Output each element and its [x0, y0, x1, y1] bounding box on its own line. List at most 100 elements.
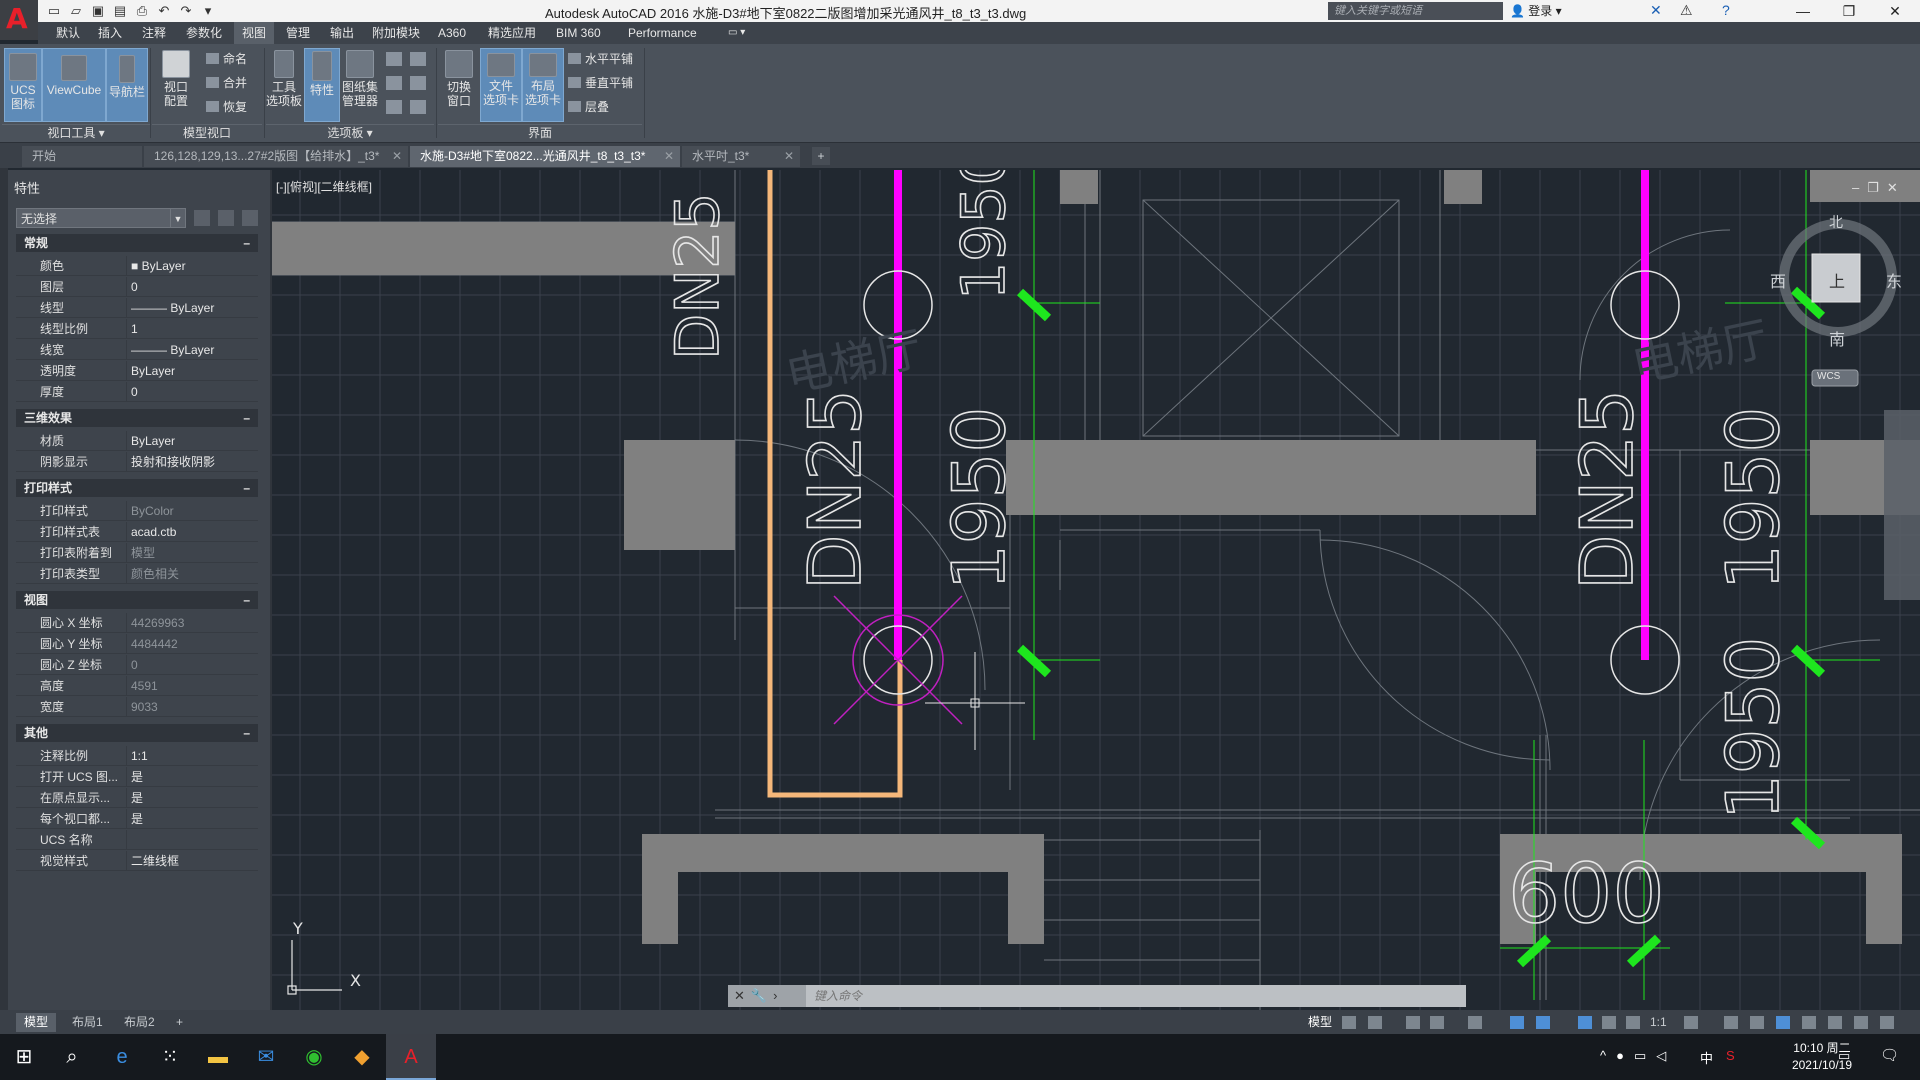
property-value[interactable]: 4591	[126, 676, 261, 696]
property-value[interactable]: 0	[126, 277, 261, 297]
file-explorer-icon[interactable]: ▬	[194, 1034, 242, 1080]
tab-annotate[interactable]: 注释	[134, 22, 174, 44]
workspace-icon[interactable]	[1750, 1016, 1764, 1029]
browser-icon[interactable]: ◉	[290, 1034, 338, 1080]
viewcube-south[interactable]: 南	[1829, 326, 1845, 350]
ribbon-options-icon[interactable]: ▭ ▾	[720, 22, 753, 44]
tab-parametric[interactable]: 参数化	[178, 22, 230, 44]
property-row[interactable]: 阴影显示 投射和接收阴影	[16, 452, 258, 472]
panel-label-viewport-tools[interactable]: 视口工具 ▾	[2, 124, 150, 142]
scale-selector[interactable]: 1:1	[1642, 1013, 1675, 1032]
app-grid-icon[interactable]: ⁙	[146, 1034, 194, 1080]
add-layout-button[interactable]: +	[168, 1013, 191, 1032]
property-row[interactable]: 颜色 ■ ByLayer	[16, 256, 258, 276]
tile-horizontal-button[interactable]: 水平平铺	[568, 50, 633, 68]
property-row[interactable]: 圆心 Z 坐标 0	[16, 655, 258, 675]
property-value[interactable]: 颜色相关	[126, 564, 261, 584]
property-value[interactable]: 0	[126, 382, 261, 402]
open-file-icon[interactable]: ▱	[66, 2, 86, 20]
sogou-icon[interactable]: S	[1726, 1048, 1735, 1063]
doc-tab-1[interactable]: 126,128,129,13...27#2版图【给排水】_t3* ✕	[144, 146, 408, 167]
command-line[interactable]: ✕🔧› 键入命令	[728, 985, 1466, 1007]
property-row[interactable]: 打印表附着到 模型	[16, 543, 258, 563]
property-value[interactable]: ByLayer	[126, 431, 261, 451]
app-icon[interactable]: ◆	[338, 1034, 386, 1080]
notification-icon[interactable]: 🗨	[1880, 1046, 1899, 1064]
application-menu-button[interactable]: A	[0, 0, 38, 40]
property-row[interactable]: 线型比例 1	[16, 319, 258, 339]
tab-featured-apps[interactable]: 精选应用	[480, 22, 544, 44]
tab-manage[interactable]: 管理	[278, 22, 318, 44]
property-row[interactable]: 打印表类型 颜色相关	[16, 564, 258, 584]
customize-menu-icon[interactable]	[1880, 1016, 1894, 1029]
property-row[interactable]: 视觉样式 二维线框	[16, 851, 258, 871]
merge-viewports-button[interactable]: 合并	[206, 74, 247, 92]
qat-menu-icon[interactable]: ▾	[198, 2, 218, 20]
property-value[interactable]: 9033	[126, 697, 261, 717]
property-row[interactable]: 打印样式 ByColor	[16, 501, 258, 521]
property-value[interactable]: 投射和接收阴影	[126, 452, 261, 472]
help-icon[interactable]: ?	[1722, 2, 1730, 18]
close-button[interactable]: ✕	[1872, 0, 1918, 22]
switch-window-button[interactable]: 切换 窗口	[440, 50, 478, 122]
close-tab-icon[interactable]: ✕	[664, 146, 674, 167]
ie-browser-icon[interactable]: e	[98, 1034, 146, 1080]
property-value[interactable]: 4484442	[126, 634, 261, 654]
property-value[interactable]: 是	[126, 788, 261, 808]
wcs-label[interactable]: WCS	[1817, 371, 1840, 382]
polar-icon[interactable]	[1430, 1016, 1444, 1029]
property-value[interactable]: ■ ByLayer	[126, 256, 261, 276]
tab-layout2[interactable]: 布局2	[116, 1013, 163, 1032]
close-tab-icon[interactable]: ✕	[784, 146, 794, 167]
calculator-icon[interactable]	[410, 76, 426, 90]
collapse-icon[interactable]: –	[243, 724, 250, 742]
gear-icon[interactable]	[1684, 1016, 1698, 1029]
property-row[interactable]: 打开 UCS 图... 是	[16, 767, 258, 787]
property-row[interactable]: 圆心 X 坐标 44269963	[16, 613, 258, 633]
tab-bim360[interactable]: BIM 360	[548, 22, 609, 44]
property-row[interactable]: 透明度 ByLayer	[16, 361, 258, 381]
hardware-accel-icon[interactable]	[1802, 1016, 1816, 1029]
tab-layout1[interactable]: 布局1	[64, 1013, 111, 1032]
section-header[interactable]: 常规 –	[16, 234, 258, 252]
tab-addins[interactable]: 附加模块	[364, 22, 428, 44]
doc-tab-3[interactable]: 水平吋_t3* ✕	[682, 146, 800, 167]
viewport-label[interactable]: [-][俯视][二维线框]	[276, 178, 372, 195]
file-tabs-button[interactable]: 文件 选项卡	[480, 48, 522, 122]
login-button[interactable]: 👤 登录 ▾	[1510, 2, 1562, 20]
tab-output[interactable]: 输出	[322, 22, 362, 44]
wrench-icon[interactable]: 🔧	[751, 988, 773, 1003]
viewcube-top[interactable]: 上	[1829, 268, 1845, 292]
property-row[interactable]: UCS 名称	[16, 830, 258, 850]
navbar-button[interactable]: 导航栏	[106, 48, 148, 122]
maximize-button[interactable]: ❐	[1826, 0, 1872, 22]
viewport-close-icon[interactable]: ✕	[1887, 180, 1906, 195]
property-row[interactable]: 图层 0	[16, 277, 258, 297]
selection-dropdown[interactable]: 无选择 ▼	[16, 208, 186, 228]
property-value[interactable]: 1	[126, 319, 261, 339]
ucs-icon-button[interactable]: UCS 图标	[4, 48, 42, 122]
property-row[interactable]: 线宽 ——— ByLayer	[16, 340, 258, 360]
collapse-icon[interactable]: –	[243, 234, 250, 252]
tab-default[interactable]: 默认	[48, 22, 88, 44]
isodraft-icon[interactable]	[1468, 1016, 1482, 1029]
new-tab-button[interactable]: +	[812, 147, 830, 165]
close-tab-icon[interactable]: ✕	[392, 146, 402, 167]
viewcube-button[interactable]: ViewCube	[42, 48, 106, 122]
collapse-icon[interactable]: –	[243, 591, 250, 609]
property-row[interactable]: 打印样式表 acad.ctb	[16, 522, 258, 542]
property-value[interactable]: 44269963	[126, 613, 261, 633]
property-value[interactable]: 1:1	[126, 746, 261, 766]
cascade-button[interactable]: 层叠	[568, 98, 609, 116]
palette-titlebar-strip[interactable]	[0, 168, 8, 1010]
doc-tab-2[interactable]: 水施-D3#地下室0822...光通风井_t8_t3_t3* ✕	[410, 146, 680, 167]
property-value[interactable]: 是	[126, 809, 261, 829]
property-row[interactable]: 材质 ByLayer	[16, 431, 258, 451]
properties-button[interactable]: 特性	[304, 48, 340, 122]
property-row[interactable]: 在原点显示... 是	[16, 788, 258, 808]
new-file-icon[interactable]: ▭	[44, 2, 64, 20]
quick-select-icon[interactable]	[242, 210, 258, 226]
collapse-icon[interactable]: –	[243, 479, 250, 497]
plus-icon[interactable]	[1724, 1016, 1738, 1029]
drawing-canvas[interactable]: DN25 DN25 1950 1950 DN25 1950 1950 600 电…	[272, 170, 1920, 1010]
